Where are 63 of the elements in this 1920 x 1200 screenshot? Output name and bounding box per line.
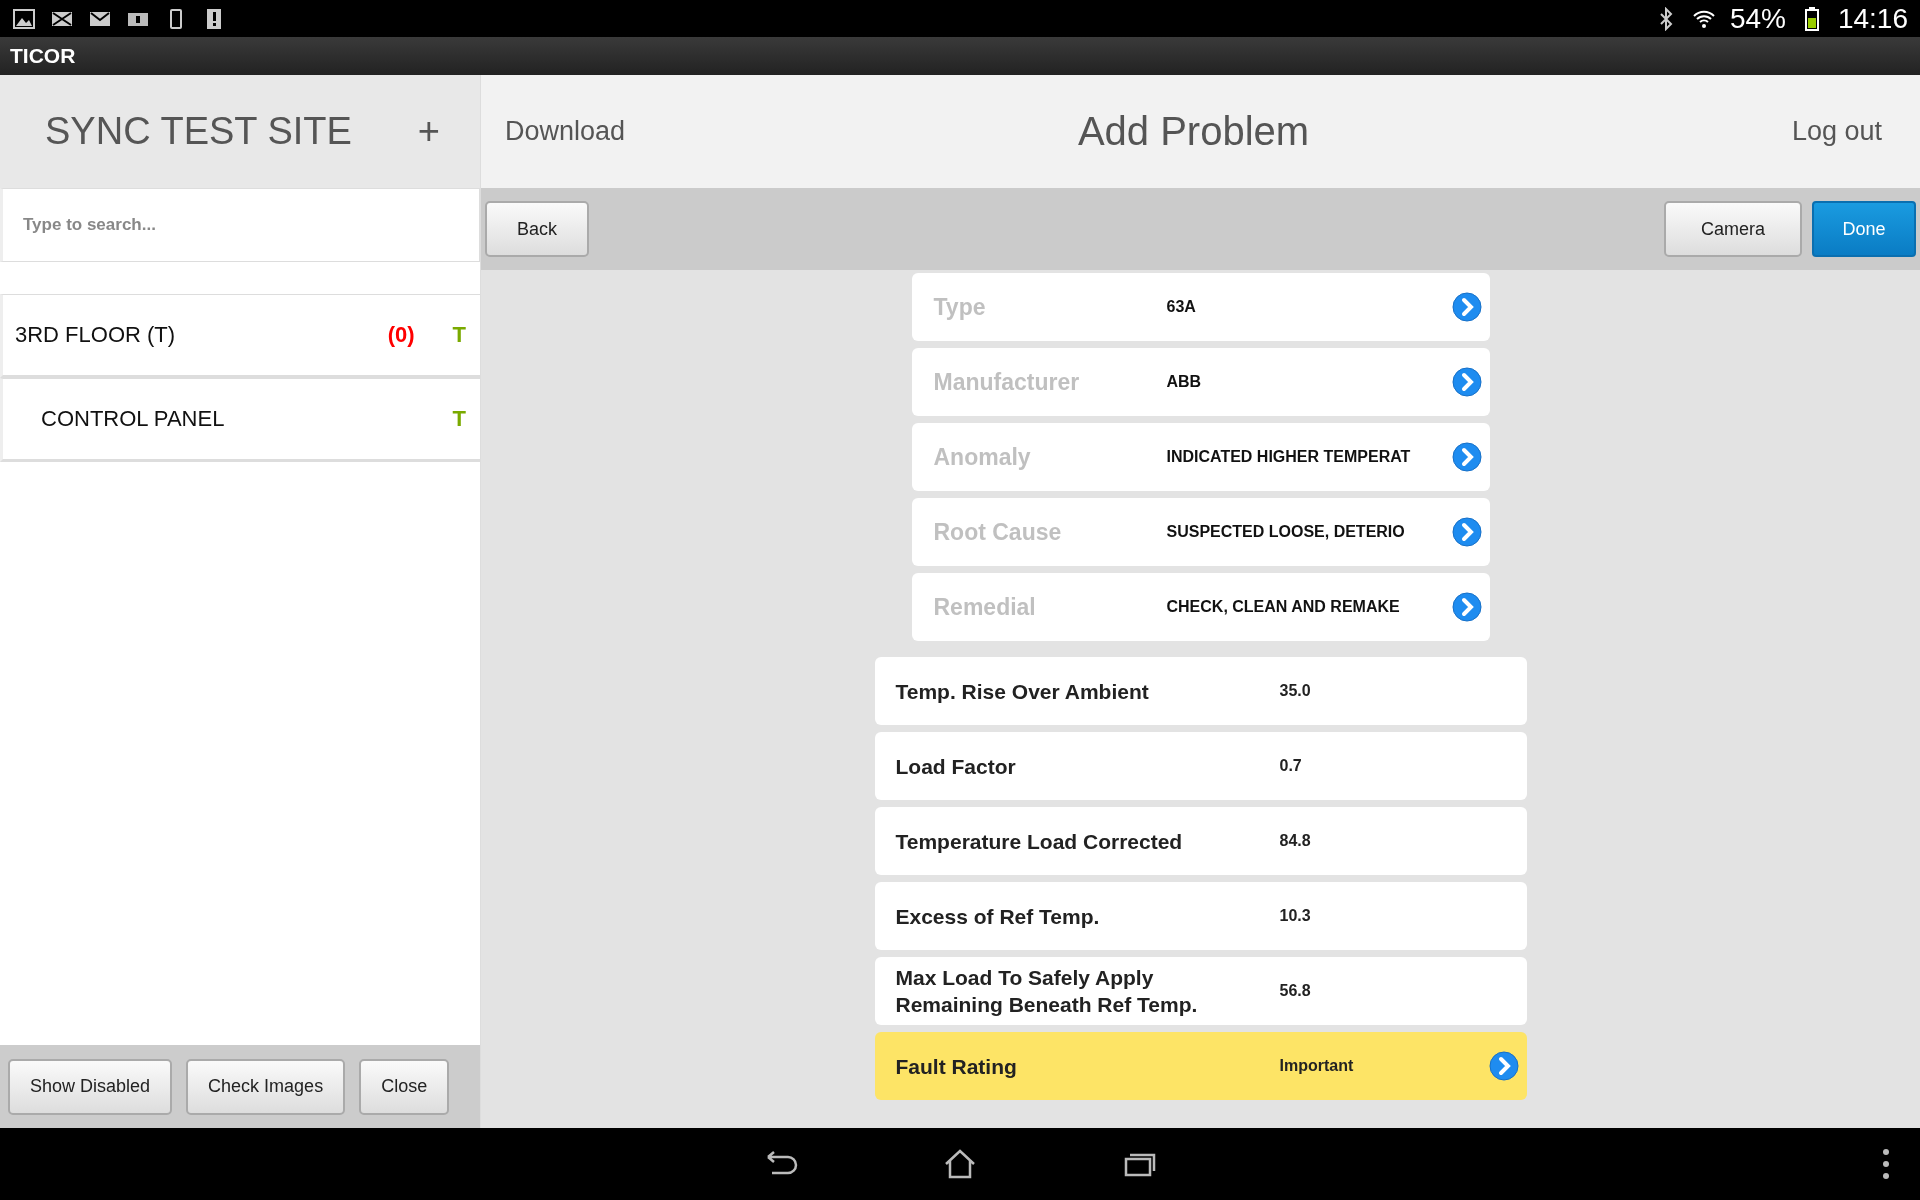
picture-icon	[12, 6, 36, 31]
field-value: 0.7	[1279, 757, 1303, 775]
field-value: 35.0	[1279, 682, 1312, 700]
picker-label: Root Cause	[933, 518, 1063, 546]
chevron-right-icon[interactable]	[1488, 1051, 1519, 1081]
field-row[interactable]: Temperature Load Corrected 84.8	[874, 807, 1527, 875]
field-label: Max Load To Safely Apply Remaining Beneath Ref Temp.	[895, 965, 1199, 1018]
picker-value: INDICATED HIGHER TEMPERAT	[1166, 448, 1412, 466]
item-status-letter: T	[452, 322, 466, 348]
field-label: Fault Rating	[895, 1053, 1018, 1080]
clock-time: 14:16	[1837, 2, 1908, 35]
field-value: 84.8	[1279, 832, 1312, 850]
field-label: Load Factor	[895, 753, 1017, 780]
picker-row[interactable]: Root Cause SUSPECTED LOOSE, DETERIO	[911, 498, 1490, 566]
picker-label: Type	[933, 293, 987, 321]
chevron-right-icon[interactable]	[1451, 292, 1482, 322]
field-label: Temp. Rise Over Ambient	[895, 678, 1150, 705]
list-item[interactable]: CONTROL PANEL T	[0, 378, 480, 462]
field-value: 56.8	[1279, 982, 1312, 1000]
field-row[interactable]: Fault Rating Important	[874, 1032, 1527, 1100]
picker-row[interactable]: Anomaly INDICATED HIGHER TEMPERAT	[911, 423, 1490, 491]
download-link[interactable]: Download	[505, 116, 626, 147]
item-count: (0)	[387, 322, 415, 348]
battery-percent: 54%	[1729, 2, 1786, 35]
picker-value: SUSPECTED LOOSE, DETERIO	[1166, 523, 1406, 541]
back-button[interactable]: Back	[485, 201, 589, 257]
field-label: Excess of Ref Temp.	[895, 903, 1101, 930]
picker-value: CHECK, CLEAN AND REMAKE	[1166, 598, 1401, 616]
picker-value: ABB	[1166, 373, 1203, 391]
chevron-right-icon[interactable]	[1451, 367, 1482, 397]
picker-row[interactable]: Remedial CHECK, CLEAN AND REMAKE	[911, 573, 1490, 641]
field-row[interactable]: Excess of Ref Temp. 10.3	[874, 882, 1527, 950]
chevron-right-icon[interactable]	[1451, 592, 1482, 622]
field-value: Important	[1279, 1057, 1355, 1075]
chevron-right-icon[interactable]	[1451, 442, 1482, 472]
field-label: Temperature Load Corrected	[895, 828, 1184, 855]
sidebar-button[interactable]: Close	[359, 1058, 450, 1115]
picker-label: Anomaly	[933, 443, 1032, 471]
list-item[interactable]: 3RD FLOOR (T) (0) T	[0, 294, 480, 378]
done-button[interactable]: Done	[1812, 201, 1916, 257]
app-title: TICOR	[0, 37, 1920, 75]
sidebar-button[interactable]: Check Images	[186, 1058, 346, 1115]
picker-row[interactable]: Type 63A	[911, 273, 1490, 341]
logout-link[interactable]: Log out	[1791, 116, 1882, 147]
item-name: CONTROL PANEL	[41, 406, 226, 432]
picker-label: Manufacturer	[933, 368, 1081, 396]
page-title: Add Problem	[1077, 109, 1310, 154]
field-value: 10.3	[1279, 907, 1312, 925]
picker-row[interactable]: Manufacturer ABB	[911, 348, 1490, 416]
add-button[interactable]: +	[417, 110, 440, 153]
item-status-letter: T	[452, 406, 466, 432]
camera-button[interactable]: Camera	[1664, 201, 1802, 257]
search-field[interactable]: Type to search...	[0, 188, 480, 262]
item-name: 3RD FLOOR (T)	[15, 322, 177, 348]
field-row[interactable]: Load Factor 0.7	[874, 732, 1527, 800]
field-row[interactable]: Max Load To Safely Apply Remaining Beneath Ref Temp. 56.8	[874, 957, 1527, 1025]
picker-label: Remedial	[933, 593, 1037, 621]
picker-value: 63A	[1166, 298, 1197, 316]
chevron-right-icon[interactable]	[1451, 517, 1482, 547]
site-title: SYNC TEST SITE	[45, 110, 352, 153]
menu-icon[interactable]	[1882, 1147, 1890, 1181]
field-row[interactable]: Temp. Rise Over Ambient 35.0	[874, 657, 1527, 725]
sidebar-button[interactable]: Show Disabled	[8, 1058, 173, 1115]
